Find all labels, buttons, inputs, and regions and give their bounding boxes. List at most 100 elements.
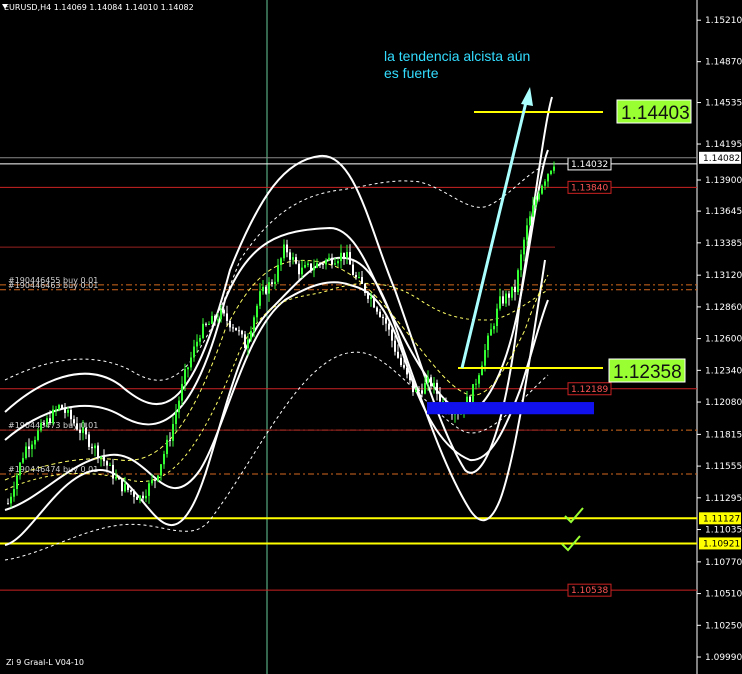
price-tick-label: 1.14535 — [705, 99, 742, 109]
candle-body — [358, 277, 360, 279]
candle-body — [79, 429, 81, 433]
price-tick-label: 1.10510 — [705, 590, 742, 600]
order-line-label: #190446463 buy 0.01 — [8, 281, 98, 290]
candle-body — [136, 496, 138, 500]
candle-body — [301, 267, 303, 275]
price-tick-label: 1.10770 — [705, 558, 742, 568]
candle-body — [508, 293, 510, 298]
candle-body — [202, 323, 204, 338]
candle-body — [322, 263, 324, 265]
price-tick-label: 1.09990 — [705, 653, 742, 663]
candle-body — [265, 286, 267, 294]
candle-body — [271, 282, 273, 285]
candle-body — [361, 277, 363, 284]
candle-body — [517, 270, 519, 293]
price-tick-label: 1.11555 — [705, 462, 742, 472]
candle-body — [130, 489, 132, 492]
price-tag-label: 1.10921 — [703, 539, 740, 549]
candle-body — [340, 252, 342, 262]
candle-body — [22, 458, 24, 463]
candle-body — [439, 393, 441, 402]
candle-body — [70, 409, 72, 420]
annotation-line-1: la tendencia alcista aún — [384, 48, 530, 64]
candle-body — [169, 439, 171, 441]
candle-body — [529, 216, 531, 226]
price-tick-label: 1.12860 — [705, 303, 742, 313]
candle-body — [493, 326, 495, 330]
candle-body — [121, 479, 123, 492]
candle-body — [262, 286, 264, 292]
candle-body — [187, 367, 189, 370]
candle-body — [259, 291, 261, 306]
candle-body — [76, 423, 78, 430]
candle-body — [133, 491, 135, 497]
candle-body — [31, 444, 33, 450]
candle-body — [523, 239, 525, 255]
candle-body — [292, 257, 294, 260]
candle-body — [64, 408, 66, 413]
candle-body — [190, 357, 192, 368]
candle-body — [541, 185, 543, 194]
candle-body — [13, 489, 15, 497]
candle-body — [28, 446, 30, 450]
candle-body — [151, 479, 153, 484]
candle-body — [349, 252, 351, 265]
candle-body — [475, 383, 477, 385]
annotation-line-2: es fuerte — [384, 65, 439, 81]
candle-body — [307, 263, 309, 266]
candle-body — [421, 390, 423, 394]
candle-body — [139, 495, 141, 500]
price-tag-label: 1.10538 — [571, 586, 608, 596]
candle-body — [427, 377, 429, 383]
candle-body — [430, 377, 432, 387]
candle-body — [418, 389, 420, 391]
candle-body — [394, 340, 396, 352]
candle-body — [112, 464, 114, 479]
candle-body — [37, 430, 39, 440]
candle-body — [487, 335, 489, 351]
price-tag-label: 1.14032 — [571, 160, 608, 170]
candle-body — [88, 434, 90, 447]
candle-body — [226, 313, 228, 321]
candle-body — [373, 297, 375, 308]
support-zone-rectangle — [427, 402, 594, 415]
candle-body — [385, 318, 387, 324]
candle-body — [325, 260, 327, 265]
candle-body — [472, 384, 474, 403]
candle-body — [118, 476, 120, 480]
candle-body — [16, 475, 18, 490]
candle-body — [295, 257, 297, 264]
candle-body — [172, 424, 174, 441]
price-chart[interactable]: 1.15210 1.14870 1.14535 1.14195 1.13900 1.136… — [0, 0, 742, 674]
candle-body — [310, 263, 312, 271]
candle-body — [256, 305, 258, 318]
candle-body — [376, 307, 378, 312]
candle-body — [175, 412, 177, 425]
candle-body — [103, 456, 105, 462]
candle-body — [286, 244, 288, 253]
candle-body — [52, 409, 54, 424]
price-tick-label: 1.11295 — [705, 494, 742, 504]
candle-body — [424, 382, 426, 394]
candle-body — [43, 422, 45, 425]
candle-body — [526, 225, 528, 240]
price-tick-label: 1.13120 — [705, 271, 742, 281]
candle-body — [400, 357, 402, 366]
candle-body — [205, 323, 207, 325]
target-label-upper: 1.14403 — [616, 99, 692, 124]
candle-body — [343, 252, 345, 258]
candle-body — [163, 454, 165, 465]
candle-body — [352, 264, 354, 276]
candle-body — [67, 409, 69, 413]
candle-body — [346, 252, 348, 258]
candle-body — [436, 382, 438, 394]
candle-body — [34, 439, 36, 445]
candle-body — [403, 365, 405, 368]
candle-body — [304, 265, 306, 268]
current-price-label: 1.14082 — [703, 154, 740, 164]
candle-body — [49, 418, 51, 424]
candle-body — [370, 297, 372, 299]
candle-body — [319, 263, 321, 265]
price-tick-label: 1.12080 — [705, 398, 742, 408]
candle-body — [253, 317, 255, 331]
